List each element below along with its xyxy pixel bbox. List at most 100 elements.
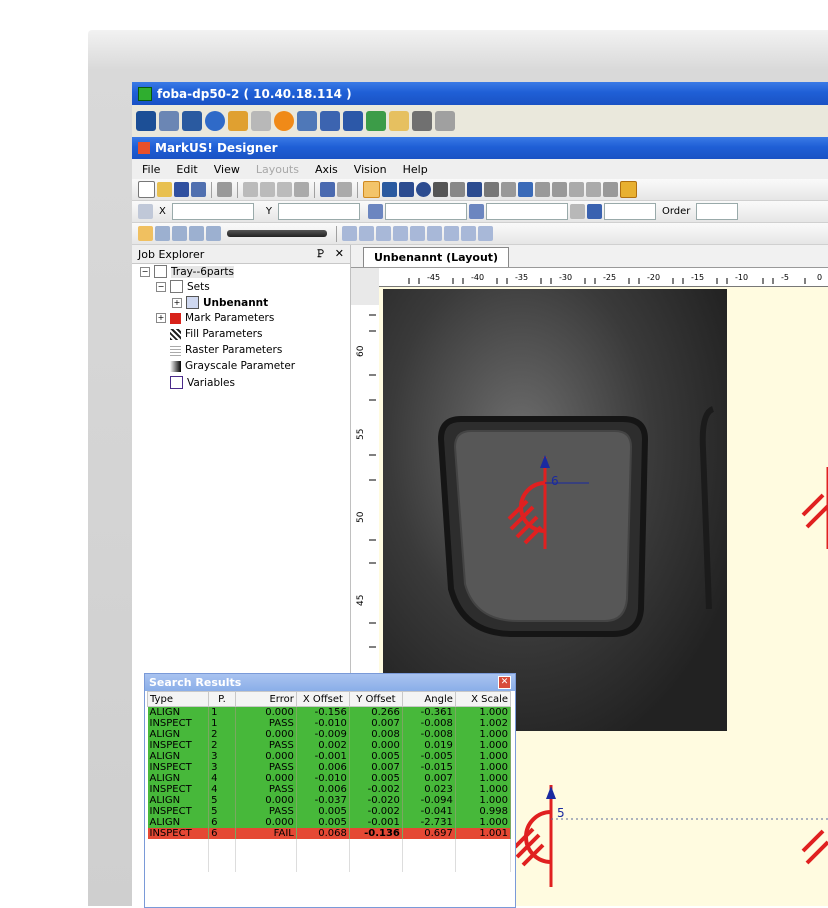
tab-unbenannt-layout[interactable]: Unbenannt (Layout) — [363, 247, 510, 267]
align-icon[interactable] — [569, 182, 584, 197]
folder-icon[interactable] — [389, 111, 409, 131]
search-results-titlebar[interactable]: Search Results ✕ — [145, 674, 515, 691]
table-row[interactable]: INSPECT 3 PASS 0.006 0.007 -0.015 1.000 — [147, 762, 512, 773]
node-add-icon[interactable] — [172, 226, 187, 241]
expand-icon[interactable]: + — [172, 297, 182, 308]
table-row[interactable]: ALIGN 5 0.000 -0.037 -0.020 -0.094 1.000 — [147, 795, 512, 806]
align-bottom-icon[interactable] — [393, 226, 408, 241]
tree-item-unbenannt[interactable]: + Unbenannt — [172, 296, 268, 309]
table-row[interactable]: INSPECT 1 PASS -0.010 0.007 -0.008 1.002 — [147, 718, 512, 729]
copy-icon[interactable] — [260, 182, 275, 197]
table-row[interactable]: ALIGN 4 0.000 -0.010 0.005 0.007 1.000 — [147, 773, 512, 784]
node-delete-icon[interactable] — [189, 226, 204, 241]
node-break-icon[interactable] — [206, 226, 221, 241]
save-as-icon[interactable] — [191, 182, 206, 197]
same-height-icon[interactable] — [478, 226, 493, 241]
y-field[interactable] — [277, 203, 360, 220]
paint-icon[interactable] — [228, 111, 248, 131]
screenshot-icon[interactable] — [412, 111, 432, 131]
tree-item-fill-parameters[interactable]: Fill Parameters — [170, 328, 262, 340]
rotation-field[interactable] — [603, 203, 656, 220]
tree-item-raster-parameters[interactable]: Raster Parameters — [170, 344, 282, 356]
ellipse-icon[interactable] — [416, 182, 431, 197]
align-top-icon[interactable] — [376, 226, 391, 241]
fiducial-mark-6[interactable]: 6 — [507, 455, 589, 549]
menu-vision[interactable]: Vision — [354, 163, 387, 176]
print-icon[interactable] — [217, 182, 232, 197]
table-row[interactable]: ALIGN 6 0.000 0.005 -0.001 -2.731 1.000 — [147, 817, 512, 828]
save-icon[interactable] — [174, 182, 189, 197]
transfer-icon[interactable] — [366, 111, 386, 131]
tree-item-variables[interactable]: Variables — [170, 376, 235, 389]
column-header-position[interactable]: P. — [208, 691, 236, 707]
column-header-y-offset[interactable]: Y Offset — [348, 691, 403, 707]
barcode-icon[interactable] — [382, 182, 397, 197]
search-results-window[interactable]: Search Results ✕ Type P. Error X Offset … — [144, 673, 516, 908]
open-folder-icon[interactable] — [157, 182, 172, 197]
app-titlebar[interactable]: MarkUS! Designer — [132, 137, 828, 159]
undo-icon[interactable] — [320, 182, 335, 197]
cut-icon[interactable] — [243, 182, 258, 197]
align-left-icon[interactable] — [342, 226, 357, 241]
chat-icon[interactable] — [435, 111, 455, 131]
remote-window-titlebar[interactable]: foba-dp50-2 ( 10.40.18.114 ) — [132, 82, 828, 105]
zoom-slider[interactable] — [227, 230, 327, 237]
polygon-icon[interactable] — [433, 182, 448, 197]
ungroup-icon[interactable] — [552, 182, 567, 197]
center-v-icon[interactable] — [427, 226, 442, 241]
datamatrix-icon[interactable] — [501, 182, 516, 197]
distribute-icon[interactable] — [444, 226, 459, 241]
remote-view-icon[interactable] — [136, 111, 156, 131]
tools-icon[interactable] — [182, 111, 202, 131]
collapse-icon[interactable]: − — [156, 281, 166, 292]
tree-item-tray[interactable]: − Tray--6parts — [140, 265, 234, 278]
table-row[interactable]: INSPECT 6 FAIL 0.068 -0.136 0.697 1.001 — [147, 828, 512, 839]
x-field[interactable] — [171, 203, 254, 220]
column-header-error[interactable]: Error — [234, 691, 297, 707]
same-width-icon[interactable] — [461, 226, 476, 241]
order-field[interactable] — [696, 203, 739, 220]
fullscreen-icon[interactable] — [320, 111, 340, 131]
width-field[interactable] — [384, 203, 467, 220]
alert-icon[interactable] — [274, 111, 294, 131]
barcode-1d-icon[interactable] — [484, 182, 499, 197]
node-edit-icon[interactable] — [155, 226, 170, 241]
rotate-icon[interactable] — [586, 204, 602, 219]
display-icon[interactable] — [343, 111, 363, 131]
menu-edit[interactable]: Edit — [176, 163, 197, 176]
windows-icon[interactable] — [159, 111, 179, 131]
lock-icon[interactable] — [569, 204, 585, 219]
group-icon[interactable] — [535, 182, 550, 197]
select-pointer-icon[interactable] — [363, 181, 380, 198]
menu-help[interactable]: Help — [403, 163, 428, 176]
menu-layouts[interactable]: Layouts — [256, 163, 299, 176]
paste-icon[interactable] — [277, 182, 292, 197]
close-icon[interactable]: ✕ — [498, 676, 511, 689]
height-field[interactable] — [485, 203, 568, 220]
polyline-icon[interactable] — [450, 182, 465, 197]
collapse-icon[interactable]: − — [140, 266, 150, 277]
column-header-type[interactable]: Type — [146, 691, 210, 707]
new-file-icon[interactable] — [138, 181, 155, 198]
refresh-icon[interactable] — [205, 111, 225, 131]
menu-axis[interactable]: Axis — [315, 163, 338, 176]
pin-icon[interactable]: 𝙿 — [317, 247, 325, 261]
center-h-icon[interactable] — [410, 226, 425, 241]
grid-icon[interactable] — [138, 204, 153, 219]
table-row[interactable]: ALIGN 3 0.000 -0.001 0.005 -0.005 1.000 — [147, 751, 512, 762]
redo-icon[interactable] — [337, 182, 352, 197]
menu-file[interactable]: File — [142, 163, 160, 176]
column-header-x-scale[interactable]: X Scale — [454, 691, 512, 707]
table-row[interactable]: INSPECT 5 PASS 0.005 -0.002 -0.041 0.998 — [147, 806, 512, 817]
drive-icon[interactable] — [251, 111, 271, 131]
column-header-angle[interactable]: Angle — [401, 691, 456, 707]
measure-icon[interactable] — [586, 182, 601, 197]
column-header-x-offset[interactable]: X Offset — [295, 691, 350, 707]
vision-icon[interactable] — [620, 181, 637, 198]
table-row[interactable]: INSPECT 4 PASS 0.006 -0.002 0.023 1.000 — [147, 784, 512, 795]
fiducial-mark-partial[interactable] — [801, 467, 828, 865]
table-row[interactable]: ALIGN 1 0.000 -0.156 0.266 -0.361 1.000 — [147, 706, 512, 718]
rectangle-icon[interactable] — [399, 182, 414, 197]
pen-icon[interactable] — [603, 182, 618, 197]
tree-item-sets[interactable]: − Sets — [156, 280, 210, 293]
